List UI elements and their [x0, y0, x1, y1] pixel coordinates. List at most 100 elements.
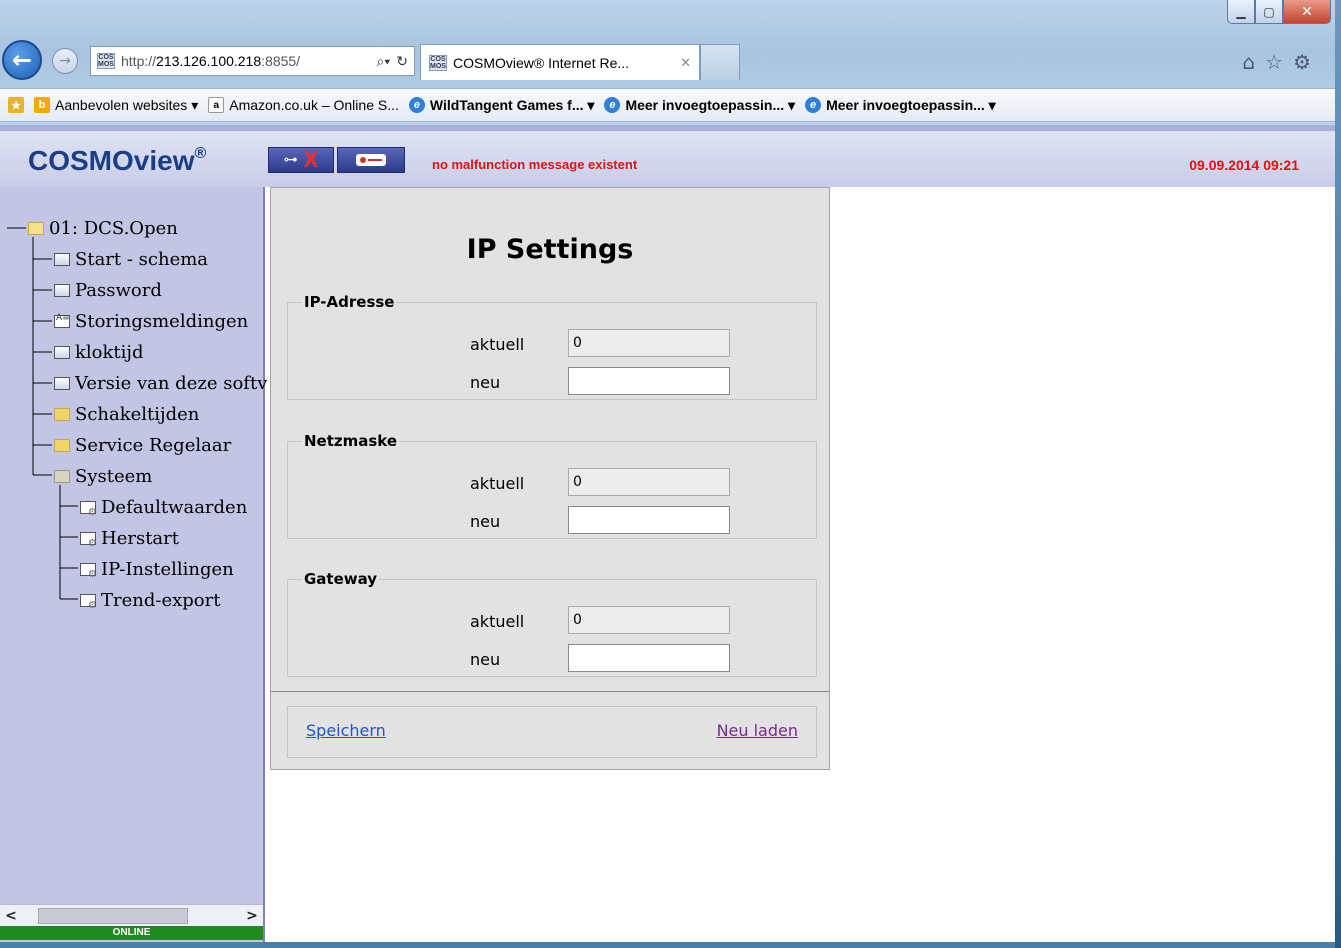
browser-chrome: ▁ ▢ ✕ ← → COS MOS http://213.126.100.218… — [0, 0, 1341, 125]
tree-item-service-regelaar[interactable]: Service Regelaar — [0, 430, 267, 461]
cosmoview-app: COSMOview® ⊶ X no malfunction message ex… — [0, 125, 1335, 942]
window-controls: ▁ ▢ ✕ — [1227, 0, 1331, 26]
folder-icon — [54, 439, 70, 452]
favorites-bar: ★ b Aanbevolen websites ▾ a Amazon.co.uk… — [0, 88, 1341, 122]
screen-icon — [54, 346, 70, 359]
search-icon[interactable]: ⌕▾ — [377, 53, 391, 70]
address-url[interactable]: http://213.126.100.218:8855/ — [121, 53, 300, 69]
group-legend: Gateway — [304, 570, 378, 588]
tab-close-icon[interactable]: ✕ — [680, 55, 691, 71]
scrollbar-thumb[interactable] — [38, 907, 188, 924]
key-icon — [356, 154, 386, 166]
gateway-group: Gateway aktuell neu — [287, 570, 817, 677]
browser-toolbar-icons: ⌂ ☆ ⚙ — [1242, 50, 1311, 74]
tab-favicon-icon: COS MOS — [429, 54, 447, 71]
menu-tree: 01: DCS.Open Start - schema Password Sto… — [0, 213, 267, 616]
tree-icon: ⊶ — [283, 152, 298, 168]
new-label: neu — [470, 512, 501, 531]
tree-item-defaultwaarden[interactable]: Defaultwaarden — [0, 492, 267, 523]
online-status-bar: ONLINE — [0, 926, 263, 940]
favorite-wildtangent[interactable]: e WildTangent Games f... ▾ — [408, 97, 594, 114]
ip-new-row: neu — [288, 367, 816, 397]
gateway-new-row: neu — [288, 644, 816, 674]
cosmoview-logo: COSMOview® — [28, 145, 207, 176]
scroll-left-icon[interactable]: < — [0, 908, 22, 924]
document-gear-icon — [80, 532, 97, 549]
favorites-add-icon[interactable]: ★ — [8, 97, 24, 113]
tree-item-password[interactable]: Password — [0, 275, 267, 306]
tree-item-start-schema[interactable]: Start - schema — [0, 244, 267, 275]
app-header: COSMOview® ⊶ X no malfunction message ex… — [0, 125, 1335, 187]
home-icon[interactable]: ⌂ — [1242, 50, 1255, 74]
folder-open-icon — [28, 222, 44, 235]
close-window-button[interactable]: ✕ — [1283, 0, 1331, 24]
scroll-right-icon[interactable]: > — [241, 908, 263, 924]
datetime-display: 09.09.2014 09:21 — [1189, 157, 1299, 173]
amazon-icon: a — [208, 97, 225, 113]
ie-icon: e — [805, 97, 822, 113]
tree-item-trend-export[interactable]: Trend-export — [0, 585, 267, 616]
gateway-new-input[interactable] — [568, 644, 730, 672]
netmask-group: Netzmaske aktuell neu — [287, 432, 817, 539]
screen-icon — [54, 284, 70, 297]
address-tools: ⌕▾ ↻ — [377, 53, 408, 70]
favorite-amazon[interactable]: a Amazon.co.uk – Online S... — [208, 97, 399, 113]
sidebar-horizontal-scrollbar[interactable]: < > — [0, 904, 263, 926]
address-bar[interactable]: COS MOS http://213.126.100.218:8855/ ⌕▾ … — [90, 46, 415, 76]
page-title: IP Settings — [466, 234, 634, 265]
login-key-button[interactable] — [337, 147, 405, 173]
new-label: neu — [470, 650, 501, 669]
favorites-star-icon[interactable]: ☆ — [1265, 50, 1283, 74]
favorite-addons-2[interactable]: e Meer invoegtoepassin... ▾ — [805, 97, 996, 114]
minimize-button[interactable]: ▁ — [1227, 0, 1255, 24]
folder-icon — [54, 408, 70, 421]
current-label: aktuell — [470, 474, 525, 493]
forward-arrow-icon: → — [59, 53, 71, 69]
netmask-current-field — [568, 468, 730, 496]
save-link[interactable]: Speichern — [306, 721, 386, 740]
document-gear-icon — [80, 594, 97, 611]
bing-icon: b — [34, 97, 50, 113]
gateway-current-field — [568, 606, 730, 634]
refresh-icon[interactable]: ↻ — [396, 53, 408, 70]
ip-new-input[interactable] — [568, 367, 730, 395]
ip-current-row: aktuell — [288, 329, 816, 359]
group-legend: IP-Adresse — [304, 293, 395, 311]
ip-settings-panel: IP Settings IP-Adresse aktuell neu Netzm… — [270, 187, 830, 770]
tab-cosmoview[interactable]: COS MOS COSMOview® Internet Re... ✕ — [420, 44, 700, 80]
current-label: aktuell — [470, 335, 525, 354]
forward-button[interactable]: → — [52, 48, 78, 74]
screen-icon — [54, 253, 70, 266]
reload-link[interactable]: Neu laden — [717, 721, 798, 740]
gateway-current-row: aktuell — [288, 606, 816, 636]
back-arrow-icon: ← — [11, 46, 33, 74]
maximize-button[interactable]: ▢ — [1255, 0, 1283, 24]
tree-item-systeem[interactable]: Systeem — [0, 461, 267, 492]
tree-item-schakeltijden[interactable]: Schakeltijden — [0, 399, 267, 430]
window-right-edge — [1335, 0, 1341, 948]
tab-title: COSMOview® Internet Re... — [453, 54, 630, 71]
document-list-icon — [54, 313, 70, 328]
gear-icon[interactable]: ⚙ — [1293, 50, 1311, 74]
group-legend: Netzmaske — [304, 432, 398, 450]
new-label: neu — [470, 373, 501, 392]
document-gear-icon — [80, 501, 97, 518]
ip-current-field — [568, 329, 730, 357]
tree-item-kloktijd[interactable]: kloktijd — [0, 337, 267, 368]
new-tab-button[interactable] — [700, 44, 740, 80]
favorite-aanbevolen[interactable]: b Aanbevolen websites ▾ — [34, 97, 198, 114]
screen-icon — [54, 377, 70, 390]
main-content: IP Settings IP-Adresse aktuell neu Netzm… — [267, 187, 1335, 942]
netmask-new-input[interactable] — [568, 506, 730, 534]
tree-item-ip-instellingen[interactable]: IP-Instellingen — [0, 554, 267, 585]
back-button[interactable]: ← — [2, 40, 42, 80]
tree-toggle-button[interactable]: ⊶ X — [268, 147, 334, 173]
favorite-addons-1[interactable]: e Meer invoegtoepassin... ▾ — [604, 97, 795, 114]
header-toolbar: ⊶ X — [268, 147, 405, 173]
site-favicon-icon: COS MOS — [97, 53, 115, 69]
tree-item-versie[interactable]: Versie van deze softv — [0, 368, 267, 399]
tree-item-root[interactable]: 01: DCS.Open — [0, 213, 267, 244]
tree-item-storingsmeldingen[interactable]: Storingsmeldingen — [0, 306, 267, 337]
navigation-sidebar: 01: DCS.Open Start - schema Password Sto… — [0, 187, 267, 942]
tree-item-herstart[interactable]: Herstart — [0, 523, 267, 554]
